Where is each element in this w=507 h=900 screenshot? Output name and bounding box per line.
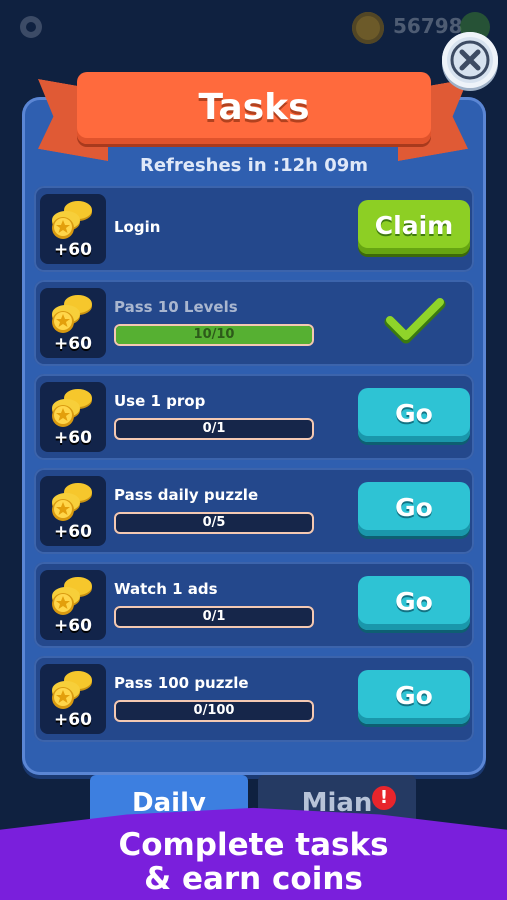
reward-amount: +60	[54, 240, 92, 260]
task-row: +60 Watch 1 ads 0/1 Go	[34, 562, 474, 648]
checkmark-icon	[384, 298, 446, 344]
task-progress-bar: 10/10	[114, 324, 314, 346]
task-progress-bar: 0/1	[114, 606, 314, 628]
task-progress-bar: 0/1	[114, 418, 314, 440]
refresh-timer: Refreshes in :12h 09m	[139, 155, 369, 176]
gear-icon[interactable]	[16, 12, 46, 42]
close-button[interactable]	[442, 32, 498, 88]
reward-box: +60	[40, 476, 106, 546]
reward-amount: +60	[54, 710, 92, 730]
reward-box: +60	[40, 288, 106, 358]
promo-line-2: & earn coins	[144, 861, 363, 897]
progress-text: 0/5	[202, 515, 226, 530]
progress-text: 0/1	[202, 609, 226, 624]
progress-text: 0/100	[193, 703, 235, 718]
coin-stack-icon	[52, 295, 92, 333]
reward-amount: +60	[54, 334, 92, 354]
close-icon	[450, 40, 490, 80]
progress-text: 0/1	[202, 421, 226, 436]
reward-box: +60	[40, 382, 106, 452]
task-row: +60 Pass 10 Levels 10/10	[34, 280, 474, 366]
task-progress-bar: 0/100	[114, 700, 314, 722]
reward-amount: +60	[54, 616, 92, 636]
task-name: Pass 100 puzzle	[114, 674, 249, 692]
panel-title: Tasks	[198, 87, 310, 128]
task-row: +60 Pass 100 puzzle 0/100 Go	[34, 656, 474, 742]
task-name: Login	[114, 218, 161, 236]
claim-button[interactable]: Claim	[358, 200, 470, 254]
go-button[interactable]: Go	[358, 388, 470, 442]
task-name: Watch 1 ads	[114, 580, 218, 598]
coin-stack-icon	[52, 483, 92, 521]
reward-box: +60	[40, 194, 106, 264]
coin-stack-icon	[52, 577, 92, 615]
promo-line-1: Complete tasks	[118, 827, 389, 863]
gold-coin-icon	[352, 12, 384, 44]
reward-box: +60	[40, 570, 106, 640]
go-button[interactable]: Go	[358, 482, 470, 536]
task-row: +60 Pass daily puzzle 0/5 Go	[34, 468, 474, 554]
top-bar: 56798	[0, 0, 507, 60]
reward-amount: +60	[54, 522, 92, 542]
task-row: +60 Use 1 prop 0/1 Go	[34, 374, 474, 460]
coin-stack-icon	[52, 389, 92, 427]
reward-amount: +60	[54, 428, 92, 448]
task-name: Use 1 prop	[114, 392, 206, 410]
task-row: +60 Login Claim	[34, 186, 474, 272]
go-button[interactable]: Go	[358, 670, 470, 724]
title-ribbon: Tasks	[77, 72, 431, 144]
task-name: Pass 10 Levels	[114, 298, 238, 316]
task-name: Pass daily puzzle	[114, 486, 259, 504]
go-button[interactable]: Go	[358, 576, 470, 630]
promo-slogan: Complete tasks & earn coins	[0, 828, 507, 896]
progress-text: 10/10	[193, 327, 235, 342]
coin-stack-icon	[52, 201, 92, 239]
alert-badge: !	[372, 786, 396, 810]
task-progress-bar: 0/5	[114, 512, 314, 534]
reward-box: +60	[40, 664, 106, 734]
coin-stack-icon	[52, 671, 92, 709]
